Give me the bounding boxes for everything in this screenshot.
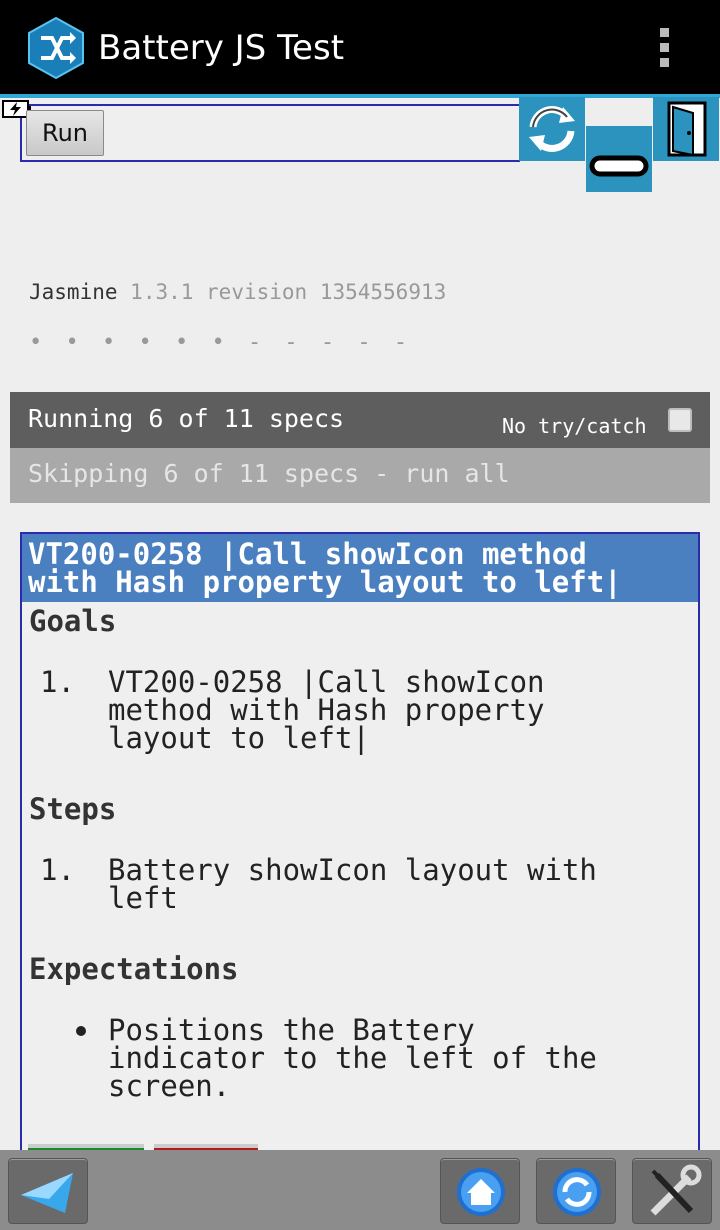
back-button[interactable] xyxy=(8,1158,88,1224)
minimize-icon xyxy=(589,155,649,177)
back-arrow-icon xyxy=(21,1173,73,1213)
run-button[interactable]: Run xyxy=(26,110,104,156)
wrench-screwdriver-icon xyxy=(650,1164,702,1216)
refresh-icon xyxy=(553,1168,601,1216)
spec-symbol-summary: • • • • • • - - - - - xyxy=(29,330,413,355)
steps-title: Steps xyxy=(29,792,117,826)
step-number: 1. xyxy=(40,853,75,887)
exit-button[interactable] xyxy=(653,97,719,161)
running-bar: Running 6 of 11 specs No try/catch xyxy=(10,392,710,448)
running-text: Running 6 of 11 specs xyxy=(28,404,345,433)
expectation-text-line: screen. xyxy=(108,1069,231,1103)
overflow-menu-icon[interactable] xyxy=(650,28,678,70)
app-title: Battery JS Test xyxy=(98,28,345,68)
spec-title-line: with Hash property layout to left| xyxy=(28,565,622,599)
rotate-icon xyxy=(529,106,575,152)
goal-number: 1. xyxy=(40,665,75,699)
goal-text-line: VT200-0258 |Call showIcon xyxy=(108,665,545,699)
action-bar: Battery JS Test xyxy=(0,0,720,94)
bullet-icon xyxy=(76,1026,86,1036)
home-button[interactable] xyxy=(440,1158,520,1224)
step-text-line: Battery showIcon layout with xyxy=(108,853,597,887)
expectation-text-line: Positions the Battery xyxy=(108,1013,475,1047)
spec-panel: VT200-0258 |Call showIcon method with Ha… xyxy=(20,532,700,1172)
refresh-button[interactable] xyxy=(536,1158,616,1224)
no-try-catch-checkbox[interactable] xyxy=(668,408,692,432)
step-text-line: left xyxy=(108,881,178,915)
minimize-button[interactable] xyxy=(586,126,652,192)
action-bar-divider xyxy=(0,94,720,98)
spec-title: VT200-0258 |Call showIcon method with Ha… xyxy=(22,534,698,602)
exit-door-icon xyxy=(667,101,707,157)
jasmine-banner: Jasmine 1.3.1 revision 1354556913 xyxy=(29,280,446,304)
skipping-bar[interactable]: Skipping 6 of 11 specs - run all xyxy=(10,448,710,503)
rotate-button[interactable] xyxy=(519,97,585,161)
cross-arrows-icon xyxy=(28,16,84,80)
goals-title: Goals xyxy=(29,604,117,638)
expectation-text-line: indicator to the left of the xyxy=(108,1041,597,1075)
settings-button[interactable] xyxy=(632,1158,712,1224)
no-try-catch-label: No try/catch xyxy=(502,414,647,438)
goal-text-line: method with Hash property xyxy=(108,693,545,727)
spec-title-line: VT200-0258 |Call showIcon method xyxy=(28,537,587,571)
jasmine-version: 1.3.1 revision 1354556913 xyxy=(130,280,447,304)
bottom-toolbar xyxy=(0,1150,720,1230)
home-icon xyxy=(457,1168,505,1216)
skipping-text[interactable]: Skipping 6 of 11 specs - run all xyxy=(28,459,510,488)
jasmine-name: Jasmine xyxy=(29,280,118,304)
expectations-title: Expectations xyxy=(29,952,239,986)
goal-text-line: layout to left| xyxy=(108,721,370,755)
